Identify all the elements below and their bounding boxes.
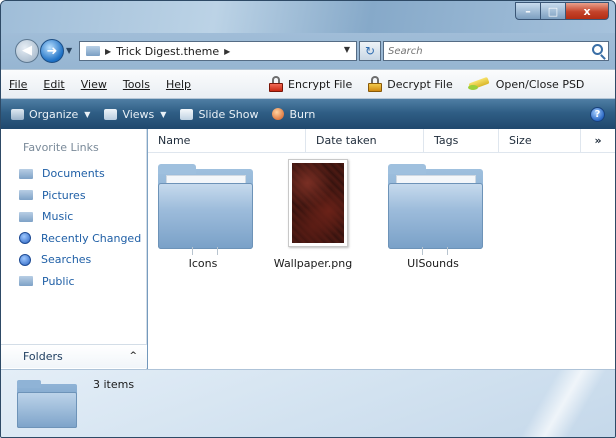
search-input[interactable] [388, 42, 578, 60]
favorite-link-music[interactable]: Music [19, 206, 141, 228]
favorite-link-label: Searches [41, 253, 92, 267]
menu-file[interactable]: File [1, 78, 33, 91]
slide-show-button[interactable]: Slide Show [180, 108, 258, 121]
column-header-size[interactable]: Size [499, 129, 581, 153]
views-label: Views [122, 107, 155, 121]
search-box[interactable] [383, 41, 609, 61]
command-bar: Organize ▼ Views ▼ Slide Show Burn ? [1, 99, 615, 129]
breadcrumb-separator-icon[interactable]: ▶ [105, 47, 111, 56]
favorite-link-label: Music [42, 210, 74, 224]
navigation-pane: Favorite Links Documents Pictures Music … [1, 129, 147, 369]
breadcrumb-path[interactable]: Trick Digest.theme [116, 45, 219, 58]
menu-help[interactable]: Help [156, 78, 197, 91]
close-button[interactable]: x [566, 2, 609, 20]
encrypt-file-button[interactable]: Encrypt File [269, 76, 352, 92]
favorite-link-label: Documents [42, 167, 105, 181]
folder-icon [19, 211, 33, 222]
address-bar[interactable]: ▶ Trick Digest.theme ▶ ▼ [79, 41, 357, 61]
favorite-link-documents[interactable]: Documents [19, 163, 141, 185]
organize-label: Organize [29, 107, 79, 121]
title-bar: – □ x [1, 1, 615, 33]
menu-edit[interactable]: Edit [33, 78, 70, 91]
folders-label: Folders [23, 350, 63, 363]
forward-arrow-icon: ➜ [46, 43, 58, 59]
organize-button[interactable]: Organize ▼ [11, 108, 90, 121]
slide-show-label: Slide Show [198, 107, 259, 121]
pencil-icon [467, 77, 491, 91]
maximize-button[interactable]: □ [541, 2, 566, 20]
slideshow-icon [180, 108, 194, 120]
lock-icon [269, 76, 284, 92]
favorite-link-pictures[interactable]: Pictures [19, 185, 141, 207]
search-folder-icon [19, 253, 31, 266]
folder-icon [19, 168, 33, 179]
favorite-links-list: Documents Pictures Music Recently Change… [19, 163, 141, 292]
search-folder-icon [19, 232, 31, 245]
favorite-link-label: Recently Changed [41, 231, 142, 245]
folder-icon [86, 46, 100, 56]
column-header-date-taken[interactable]: Date taken [306, 129, 424, 153]
burn-label: Burn [289, 107, 316, 121]
favorite-link-label: Public [42, 274, 75, 288]
image-thumbnail [288, 159, 348, 247]
forward-button[interactable]: ➜ [40, 39, 64, 63]
organize-icon [11, 108, 24, 120]
burn-icon [272, 108, 285, 120]
favorite-link-public[interactable]: Public [19, 271, 141, 293]
folders-toggle[interactable]: Folders ^ [1, 344, 147, 368]
more-columns-button[interactable]: » [581, 129, 615, 153]
favorite-links-title: Favorite Links [23, 141, 99, 154]
folder-icon [19, 276, 33, 287]
favorite-link-searches[interactable]: Searches [19, 249, 141, 271]
column-header-name[interactable]: Name [148, 129, 306, 153]
back-arrow-icon: ◀ [22, 43, 32, 58]
details-pane: 3 items [1, 369, 615, 437]
views-icon [104, 108, 118, 120]
file-list-area: Name Date taken Tags Size » Icons Wallpa… [148, 129, 615, 369]
encrypt-file-label: Encrypt File [288, 77, 353, 91]
item-count: 3 items [93, 378, 135, 391]
column-headers: Name Date taken Tags Size » [148, 129, 615, 153]
folder-icon [19, 190, 33, 201]
favorite-link-label: Pictures [42, 188, 86, 202]
burn-button[interactable]: Burn [272, 108, 315, 121]
open-close-psd-label: Open/Close PSD [495, 77, 585, 91]
menu-tools[interactable]: Tools [113, 78, 156, 91]
menu-view[interactable]: View [71, 78, 113, 91]
window-controls: – □ x [515, 2, 609, 20]
folder-icon [17, 380, 77, 428]
breadcrumb-separator-icon[interactable]: ▶ [224, 47, 230, 56]
refresh-icon: ↻ [364, 44, 376, 58]
file-name: Wallpaper.png [273, 257, 353, 270]
open-close-psd-button[interactable]: Open/Close PSD [467, 77, 585, 91]
refresh-button[interactable]: ↻ [359, 41, 381, 61]
search-icon[interactable] [592, 44, 603, 55]
unlock-icon [368, 76, 383, 92]
menu-bar: File Edit View Tools Help Encrypt File D… [1, 69, 615, 99]
folder-icon [158, 164, 253, 255]
chevron-down-icon: ▼ [160, 109, 167, 119]
recent-pages-dropdown[interactable]: ▼ [66, 46, 72, 55]
minimize-button[interactable]: – [515, 2, 541, 20]
chevron-down-icon: ▼ [84, 109, 91, 119]
address-row: ◀ ➜ ▼ ▶ Trick Digest.theme ▶ ▼ ↻ [1, 33, 615, 69]
decrypt-file-button[interactable]: Decrypt File [368, 76, 453, 92]
back-button[interactable]: ◀ [15, 39, 39, 63]
chevron-up-icon: ^ [129, 351, 137, 361]
decrypt-file-label: Decrypt File [387, 77, 453, 91]
column-header-tags[interactable]: Tags [424, 129, 499, 153]
favorite-link-recently-changed[interactable]: Recently Changed [19, 228, 141, 250]
file-name: UISounds [407, 257, 459, 270]
folder-icon [388, 164, 483, 255]
views-button[interactable]: Views ▼ [104, 108, 166, 121]
file-name: Icons [188, 257, 218, 270]
explorer-window: – □ x ◀ ➜ ▼ ▶ Trick Digest.theme ▶ ▼ ↻ F… [0, 0, 616, 438]
address-dropdown-icon[interactable]: ▼ [344, 45, 350, 54]
help-icon[interactable]: ? [590, 107, 605, 122]
